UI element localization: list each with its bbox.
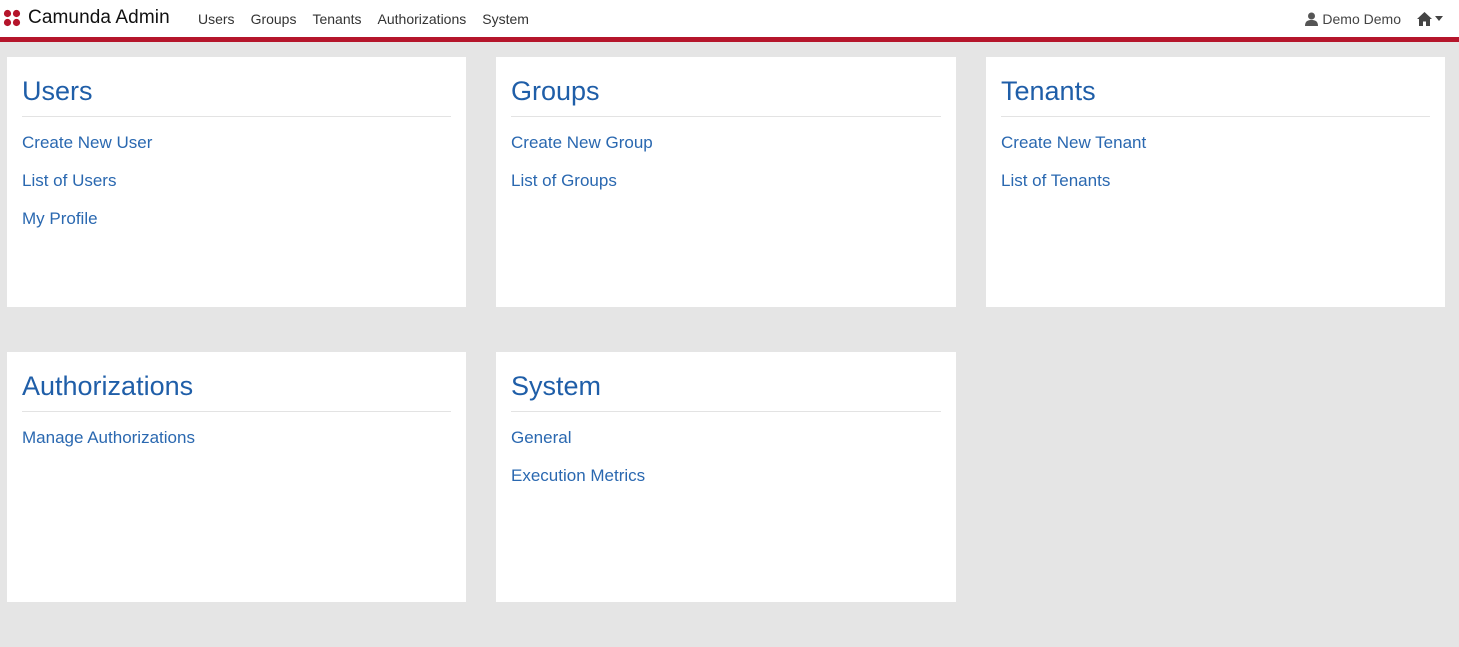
caret-down-icon [1435,16,1443,21]
system-panel: System General Execution Metrics [496,352,956,602]
execution-metrics-link[interactable]: Execution Metrics [511,466,645,485]
create-new-group-link[interactable]: Create New Group [511,133,653,152]
top-navbar: Camunda Admin Users Groups Tenants Autho… [0,0,1459,42]
authorizations-link-list: Manage Authorizations [22,426,451,464]
tenants-link-list: Create New Tenant List of Tenants [1001,131,1430,207]
list-of-tenants-link[interactable]: List of Tenants [1001,171,1110,190]
users-panel-title: Users [22,75,451,118]
brand-link[interactable]: Camunda Admin [3,5,170,31]
nav-item-groups[interactable]: Groups [251,11,297,27]
manage-authorizations-link[interactable]: Manage Authorizations [22,428,195,447]
create-new-user-link[interactable]: Create New User [22,133,152,152]
user-name: Demo Demo [1322,10,1401,27]
users-link-list: Create New User List of Users My Profile [22,131,451,245]
list-of-users-link[interactable]: List of Users [22,171,116,190]
general-link[interactable]: General [511,428,571,447]
home-icon [1417,11,1432,26]
groups-panel-title: Groups [511,75,941,118]
main-nav: Users Groups Tenants Authorizations Syst… [190,0,537,37]
groups-panel: Groups Create New Group List of Groups [496,57,956,307]
home-menu-dropdown[interactable] [1417,11,1443,26]
system-panel-title: System [511,370,941,413]
authorizations-panel-title: Authorizations [22,370,451,413]
tenants-panel: Tenants Create New Tenant List of Tenant… [986,57,1445,307]
user-icon [1305,12,1319,26]
nav-item-tenants[interactable]: Tenants [312,11,361,27]
app-title: Camunda Admin [28,7,170,28]
my-profile-link[interactable]: My Profile [22,209,98,228]
create-new-tenant-link[interactable]: Create New Tenant [1001,133,1146,152]
list-of-groups-link[interactable]: List of Groups [511,171,617,190]
user-menu[interactable]: Demo Demo [1305,11,1401,27]
authorizations-panel: Authorizations Manage Authorizations [7,352,466,602]
camunda-logo-icon [3,9,21,27]
users-panel: Users Create New User List of Users My P… [7,57,466,307]
groups-link-list: Create New Group List of Groups [511,131,941,207]
tenants-panel-title: Tenants [1001,75,1430,118]
system-link-list: General Execution Metrics [511,426,941,502]
nav-item-authorizations[interactable]: Authorizations [378,11,467,27]
nav-item-system[interactable]: System [482,11,529,27]
nav-item-users[interactable]: Users [198,11,235,27]
nav-right: Demo Demo [1305,0,1443,37]
